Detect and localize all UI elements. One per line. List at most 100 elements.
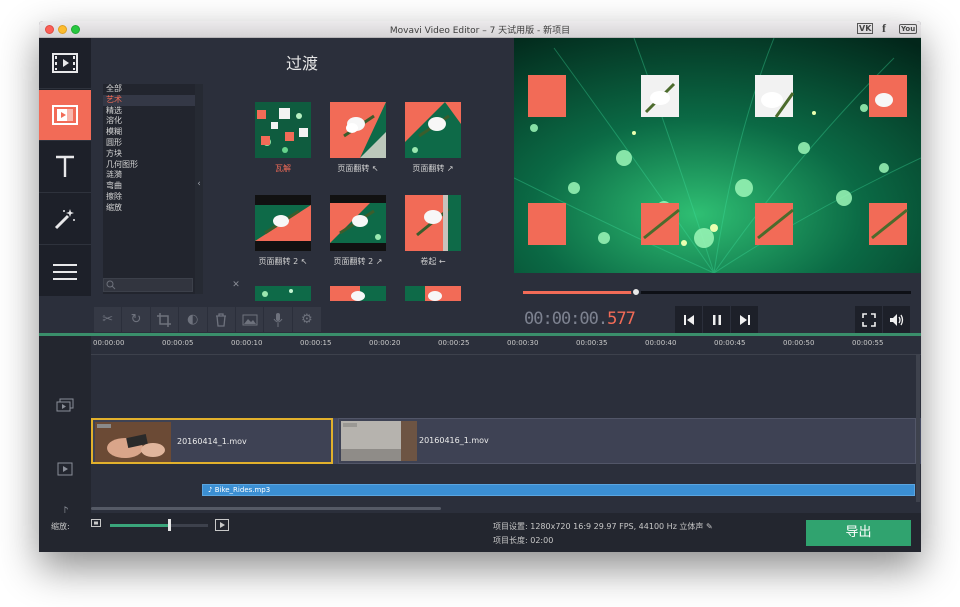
ruler-tick-label: 00:00:45 (714, 339, 746, 347)
zoom-out-icon[interactable] (91, 519, 101, 530)
video-clip[interactable]: 20160416_1.mov (338, 418, 916, 464)
text-t-icon (56, 155, 74, 177)
video-preview[interactable] (514, 38, 921, 273)
facebook-icon[interactable]: f (882, 21, 886, 36)
category-item-selected[interactable]: 艺术 (103, 94, 203, 106)
video-clip-selected[interactable]: 20160414_1.mov (91, 418, 333, 464)
volume-button[interactable] (883, 306, 910, 333)
transition-thumb[interactable] (255, 286, 311, 301)
video-track-icon[interactable] (55, 462, 75, 478)
transition-thumb-roll-left[interactable] (405, 195, 461, 251)
transition-label: 页面翻转 ↗ (412, 164, 454, 173)
more-tools[interactable] (39, 246, 91, 297)
edit-toolbar-group: ✂ ↻ ◐ ⚙ (94, 307, 321, 332)
filters-tool[interactable] (39, 194, 91, 245)
category-item[interactable]: 缩放 (103, 203, 203, 214)
overlay-track-icon[interactable] (55, 398, 75, 414)
titles-tool[interactable] (39, 142, 91, 193)
category-list: 全部 艺术 精选 溶化 模糊 圆形 方块 几何图形 涟漪 弯曲 擦除 缩放 (103, 84, 203, 294)
project-length: 项目长度: 02:00 (493, 536, 554, 545)
transitions-panel: 过渡 全部 艺术 精选 溶化 模糊 圆形 方块 几何图形 涟漪 弯曲 擦除 缩放… (91, 38, 535, 301)
transition-thumb-page-turn2-left[interactable] (255, 195, 311, 251)
clip-thumbnail (95, 422, 171, 462)
microphone-icon[interactable] (264, 307, 293, 332)
skip-back-button[interactable] (675, 306, 702, 333)
panel-title: 过渡 (285, 54, 318, 73)
vk-icon[interactable]: VK (857, 23, 874, 34)
category-item[interactable]: 圆形 (103, 138, 203, 149)
media-import-tool[interactable] (39, 38, 91, 89)
gear-icon[interactable]: ⚙ (293, 307, 321, 332)
timeline-vertical-scrollbar[interactable] (916, 354, 920, 502)
pause-icon (712, 314, 721, 325)
transition-thumb-page-turn2-right[interactable] (330, 195, 386, 251)
transition-thumb-shatter[interactable] (255, 102, 311, 158)
edit-toolbar: ✂ ↻ ◐ ⚙ (91, 304, 513, 334)
timeline-horizontal-scrollbar[interactable] (91, 507, 441, 510)
category-item[interactable]: 擦除 (103, 192, 203, 203)
ruler-tick-label: 00:00:15 (300, 339, 332, 347)
transition-search-input[interactable] (103, 278, 193, 292)
transition-thumb[interactable] (330, 286, 386, 301)
transition-icon (52, 105, 78, 125)
rotate-icon[interactable]: ↻ (122, 307, 151, 332)
project-settings-text: 项目设置: 1280x720 16:9 29.97 FPS, 44100 Hz … (493, 522, 704, 531)
category-item[interactable]: 模糊 (103, 127, 203, 138)
export-button[interactable]: 导出 (806, 520, 911, 546)
collapse-category-button[interactable]: ‹ (195, 84, 203, 294)
transitions-tool[interactable] (39, 90, 91, 141)
category-item[interactable]: 溶化 (103, 116, 203, 127)
transition-thumb[interactable] (405, 286, 461, 301)
timecode-display: 00:00:00.577 (524, 309, 636, 329)
overlay-track[interactable] (91, 355, 921, 418)
playback-progress-fill (523, 291, 636, 294)
playback-position-handle[interactable] (630, 287, 641, 297)
ruler-tick-label: 00:00:50 (783, 339, 815, 347)
transition-thumb-page-turn-left[interactable] (330, 102, 386, 158)
transition-label: 瓦解 (275, 164, 291, 173)
crop-icon[interactable] (151, 307, 180, 332)
color-adjust-icon[interactable]: ◐ (179, 307, 208, 332)
fullscreen-button[interactable] (855, 306, 882, 333)
ruler-tick-label: 00:00:20 (369, 339, 401, 347)
transition-thumb-page-turn-right[interactable] (405, 102, 461, 158)
title-bar: Movavi Video Editor – 7 天试用版 - 新项目 VK f … (39, 21, 921, 38)
track-header-column: ♪ (39, 336, 91, 518)
clear-search-icon[interactable]: ✕ (229, 278, 243, 292)
category-item[interactable]: 几何图形 (103, 160, 203, 171)
skip-forward-button[interactable] (731, 306, 758, 333)
category-item[interactable]: 方块 (103, 149, 203, 160)
window-title: Movavi Video Editor – 7 天试用版 - 新项目 (389, 26, 571, 36)
app-window: Movavi Video Editor – 7 天试用版 - 新项目 VK f … (39, 21, 921, 552)
pause-button[interactable] (703, 306, 730, 333)
transition-label: 卷起 ← (420, 257, 446, 266)
timecode-milliseconds: 577 (607, 309, 636, 329)
category-item[interactable]: 精选 (103, 106, 203, 117)
zoom-label: 缩放: (51, 522, 70, 531)
ruler-tick-label: 00:00:00 (93, 339, 125, 347)
ruler-tick-label: 00:00:30 (507, 339, 539, 347)
ruler-tick-label: 00:00:35 (576, 339, 608, 347)
category-item[interactable]: 全部 (103, 84, 203, 95)
youtube-icon[interactable]: You (899, 24, 918, 34)
trash-icon[interactable] (208, 307, 236, 332)
timeline-ruler[interactable]: 00:00:00 00:00:05 00:00:10 00:00:15 00:0… (91, 336, 921, 355)
ruler-tick-label: 00:00:40 (645, 339, 677, 347)
category-item[interactable]: 涟漪 (103, 170, 203, 181)
film-icon (52, 53, 78, 73)
volume-icon (889, 313, 903, 326)
transition-label: 页面翻转 2 ↗ (333, 257, 383, 266)
scissors-icon[interactable]: ✂ (94, 307, 123, 332)
timecode-main: 00:00:00. (524, 309, 608, 329)
transition-label: 页面翻转 2 ↖ (258, 257, 308, 266)
pencil-icon[interactable]: ✎ (706, 522, 713, 531)
zoom-slider-handle[interactable] (167, 519, 171, 531)
hamburger-icon (53, 263, 77, 280)
video-track[interactable]: 20160414_1.mov 20160416_1.mov (91, 418, 921, 464)
image-icon[interactable] (236, 307, 265, 332)
zoom-in-icon[interactable] (215, 519, 229, 534)
audio-clip[interactable]: ♪ Bike_Rides.mp3 (202, 484, 915, 496)
category-item[interactable]: 弯曲 (103, 181, 203, 192)
clip-name: 20160414_1.mov (177, 437, 247, 446)
audio-clip-label: Bike_Rides.mp3 (214, 486, 271, 494)
